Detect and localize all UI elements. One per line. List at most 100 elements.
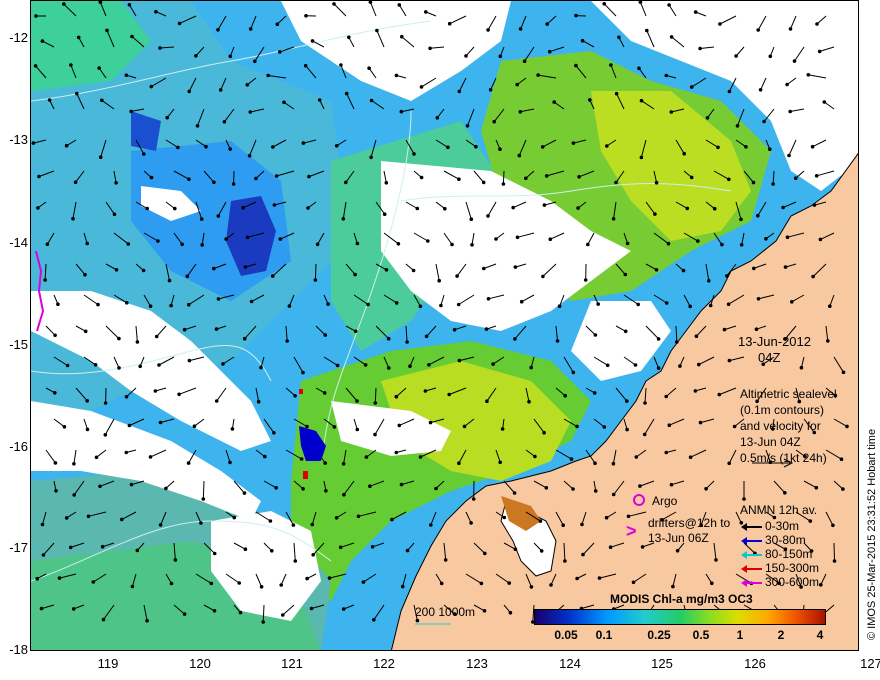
velocity-arrow-head	[153, 389, 158, 393]
velocity-arrow-head	[491, 362, 495, 366]
velocity-arrow-head	[434, 486, 438, 491]
velocity-arrow-head	[815, 22, 819, 26]
velocity-arrow-head	[839, 457, 844, 462]
velocity-arrow-head	[353, 272, 357, 277]
velocity-arrow-head	[725, 274, 729, 278]
velocity-arrow-head	[781, 205, 785, 210]
velocity-arrow-head	[841, 487, 845, 491]
velocity-arrow	[374, 387, 377, 404]
velocity-arrow-head	[305, 576, 309, 581]
velocity-arrow-head	[149, 84, 154, 89]
velocity-arrow-head	[384, 268, 389, 272]
velocity-arrow-head	[224, 237, 228, 241]
velocity-arrow-head	[272, 203, 277, 207]
velocity-arrow-head	[682, 151, 686, 156]
velocity-arrow-head	[309, 606, 314, 611]
velocity-arrow-head	[511, 205, 515, 210]
velocity-arrow-head	[117, 336, 121, 341]
velocity-arrow-head	[787, 153, 791, 158]
x-tick-label: 123	[466, 656, 488, 671]
velocity-arrow-head	[245, 83, 250, 87]
velocity-arrow-head	[259, 365, 263, 370]
velocity-arrow-head	[127, 3, 132, 7]
velocity-arrow-head	[580, 38, 585, 43]
velocity-arrow-head	[299, 457, 304, 461]
velocity-arrow-head	[126, 242, 131, 246]
velocity-arrow-head	[688, 455, 693, 460]
velocity-arrow-head	[678, 364, 682, 368]
x-tick-label: 125	[651, 656, 673, 671]
velocity-arrow-head	[86, 514, 91, 519]
velocity-arrow-head	[818, 237, 823, 242]
velocity-arrow-head	[216, 214, 221, 218]
velocity-arrow-head	[164, 486, 168, 491]
velocity-arrow-head	[483, 551, 487, 556]
velocity-arrow-head	[248, 27, 253, 31]
velocity-arrow-head	[524, 176, 528, 181]
velocity-arrow-head	[278, 237, 283, 241]
velocity-arrow-head	[65, 363, 70, 368]
colorbar-title: MODIS Chl-a mg/m3 OC3	[610, 592, 753, 606]
velocity-arrow-head	[734, 54, 738, 58]
velocity-arrow-head	[45, 242, 50, 246]
velocity-arrow-head	[355, 241, 360, 246]
drifter-marker-icon: >	[626, 521, 637, 541]
velocity-arrow-head	[85, 399, 89, 403]
velocity-arrow-head	[232, 515, 237, 520]
colorbar-tick-label: 2	[777, 628, 785, 642]
velocity-arrow-head	[242, 491, 247, 495]
velocity-arrow-head	[756, 297, 761, 301]
velocity-arrow-head	[124, 395, 129, 399]
velocity-arrow-head	[114, 268, 119, 272]
velocity-arrow-head	[645, 28, 649, 33]
velocity-arrow-head	[806, 73, 811, 77]
velocity-arrow-head	[439, 581, 444, 586]
velocity-arrow-head	[129, 109, 133, 114]
velocity-arrow-head	[669, 482, 674, 487]
velocity-arrow-head	[639, 155, 644, 160]
velocity-arrow-head	[563, 393, 567, 398]
velocity-arrow-head	[513, 547, 518, 551]
velocity-arrow-head	[593, 461, 597, 466]
velocity-arrow-head	[841, 370, 846, 375]
colorbar-tick-label: 0.25	[647, 628, 671, 642]
velocity-arrow-head	[62, 2, 66, 6]
velocity-arrow-head	[386, 336, 391, 341]
velocity-arrow-head	[366, 302, 370, 307]
velocity-arrow-head	[253, 59, 257, 64]
velocity-arrow-head	[368, 484, 372, 489]
velocity-arrow-head	[494, 237, 498, 241]
velocity-arrow-head	[717, 392, 722, 397]
velocity-arrow-head	[542, 430, 546, 435]
velocity-arrow-head	[423, 389, 428, 393]
velocity-arrow-head	[831, 523, 835, 528]
colorbar-tick-label: 0.1	[595, 628, 613, 642]
map-time: 04Z	[758, 350, 781, 365]
velocity-arrow-head	[322, 391, 327, 395]
x-tick-label: 120	[189, 656, 211, 671]
velocity-arrow-head	[311, 553, 316, 557]
velocity-arrow-head	[338, 545, 343, 550]
velocity-arrow-head	[154, 9, 158, 14]
velocity-arrow-head	[112, 212, 117, 217]
velocity-arrow-head	[727, 89, 732, 94]
velocity-arrow-head	[96, 302, 100, 307]
velocity-arrow-head	[571, 487, 575, 491]
velocity-arrow-head	[664, 394, 668, 399]
velocity-arrow-head	[643, 401, 647, 405]
velocity-arrow-head	[293, 394, 297, 398]
velocity-arrow-head	[428, 46, 432, 51]
velocity-arrow-head	[135, 340, 140, 344]
velocity-arrow-head	[72, 493, 76, 497]
x-tick-label: 126	[744, 656, 766, 671]
velocity-arrow-head	[369, 98, 374, 103]
velocity-arrow-head	[424, 10, 428, 14]
anmn-arrow-icon	[741, 551, 762, 559]
velocity-arrow-head	[335, 363, 340, 368]
velocity-arrow-head	[390, 517, 394, 522]
velocity-arrow-head	[609, 63, 613, 67]
velocity-arrow-head	[259, 585, 264, 589]
velocity-arrow-head	[101, 617, 106, 622]
velocity-arrow-head	[544, 486, 549, 490]
velocity-arrow-head	[727, 177, 731, 182]
